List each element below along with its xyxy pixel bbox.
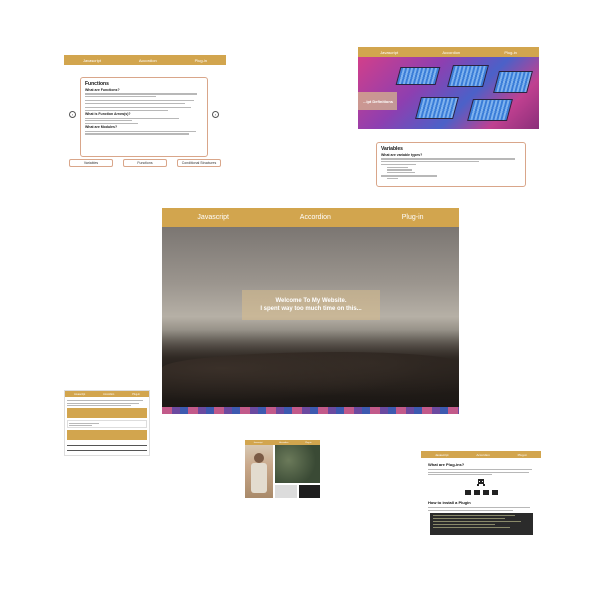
- card-subtitle: What are variable types?: [381, 153, 423, 157]
- nav-javascript[interactable]: Javascript: [74, 393, 85, 396]
- nav-javascript[interactable]: Javascript: [197, 214, 229, 221]
- welcome-line-1: Welcome To My Website.: [275, 298, 347, 304]
- nav-accordion[interactable]: Accordion: [476, 453, 489, 457]
- nav-accordion[interactable]: Accordion: [442, 50, 460, 55]
- plugins-page-screenshot: Javascript Accordion Plug-in What are Pl…: [421, 451, 541, 543]
- banner-label: ...ipt Definitions: [358, 92, 397, 110]
- nav-javascript[interactable]: Javascript: [380, 50, 398, 55]
- nav-accordion[interactable]: Accordion: [139, 58, 157, 63]
- card-subtitle-3: What are Modules?: [85, 125, 118, 130]
- variables-button[interactable]: Variables: [69, 159, 113, 167]
- hero-background-image: [162, 227, 459, 414]
- accordion-page-screenshot: Javascript Accordion Plug-in: [64, 390, 150, 456]
- variables-page-screenshot: Javascript Accordion Plug-in ...ipt Defi…: [358, 47, 539, 187]
- card-title: Variables: [381, 146, 403, 152]
- nav-plugin[interactable]: Plug-in: [305, 442, 311, 444]
- card-title: Functions: [85, 81, 109, 87]
- plugins-title: What are Plug-ins?: [428, 462, 465, 467]
- card-subtitle-2: What is Function Arrow(s)?: [85, 112, 131, 117]
- functions-page-screenshot: Javascript Accordion Plug-in ‹ › Functio…: [64, 55, 226, 173]
- person-photo: [245, 445, 273, 498]
- nav-javascript[interactable]: Javascript: [253, 442, 262, 444]
- chevron-left-icon[interactable]: ‹: [69, 111, 76, 118]
- nav-accordion[interactable]: Accordion: [103, 393, 114, 396]
- accordion-panel[interactable]: [67, 407, 147, 418]
- forest-silhouette: [162, 352, 459, 407]
- card-subtitle: What are Functions?: [85, 88, 120, 92]
- install-plugin-title: How to install a Plugin: [428, 500, 471, 505]
- plant-photo: [275, 445, 320, 483]
- banner-image: ...ipt Definitions: [358, 57, 539, 129]
- alien-row-icon: [465, 490, 498, 495]
- home-page-screenshot: Javascript Accordion Plug-in Welcome To …: [162, 208, 459, 414]
- code-block: [430, 513, 533, 535]
- nav-plugin[interactable]: Plug-in: [195, 58, 207, 63]
- conditional-structures-button[interactable]: Conditional Structures: [177, 159, 221, 167]
- nav-plugin[interactable]: Plug-in: [504, 50, 516, 55]
- functions-card: Functions What are Functions? What is Fu…: [80, 77, 208, 157]
- nav-javascript[interactable]: Javascript: [83, 58, 101, 63]
- alien-icon: [477, 479, 485, 486]
- chevron-right-icon[interactable]: ›: [212, 111, 219, 118]
- cup-photo: [275, 485, 297, 498]
- welcome-line-2: I spent way too much time on this...: [260, 306, 362, 312]
- functions-button[interactable]: Functions: [123, 159, 167, 167]
- nav-accordion[interactable]: Accordion: [279, 442, 288, 444]
- page-buttons: Variables Functions Conditional Structur…: [64, 159, 226, 167]
- accordion-panel[interactable]: [67, 429, 147, 440]
- nav-plugin[interactable]: Plug-in: [518, 453, 527, 457]
- navbar: Javascript Accordion Plug-in: [421, 451, 541, 458]
- variables-card: Variables What are variable types?: [376, 142, 526, 187]
- navbar: Javascript Accordion Plug-in: [162, 208, 459, 227]
- navbar: Javascript Accordion Plug-in: [64, 55, 226, 65]
- nav-javascript[interactable]: Javascript: [435, 453, 449, 457]
- building-roof-strip: [162, 407, 459, 414]
- gallery-page-screenshot: Javascript Accordion Plug-in: [245, 440, 320, 498]
- navbar: Javascript Accordion Plug-in: [358, 47, 539, 57]
- dark-photo: [299, 485, 320, 498]
- welcome-banner: Welcome To My Website. I spent way too m…: [242, 290, 380, 320]
- nav-accordion[interactable]: Accordion: [300, 214, 331, 221]
- nav-plugin[interactable]: Plug-in: [132, 393, 140, 396]
- nav-plugin[interactable]: Plug-in: [402, 214, 424, 221]
